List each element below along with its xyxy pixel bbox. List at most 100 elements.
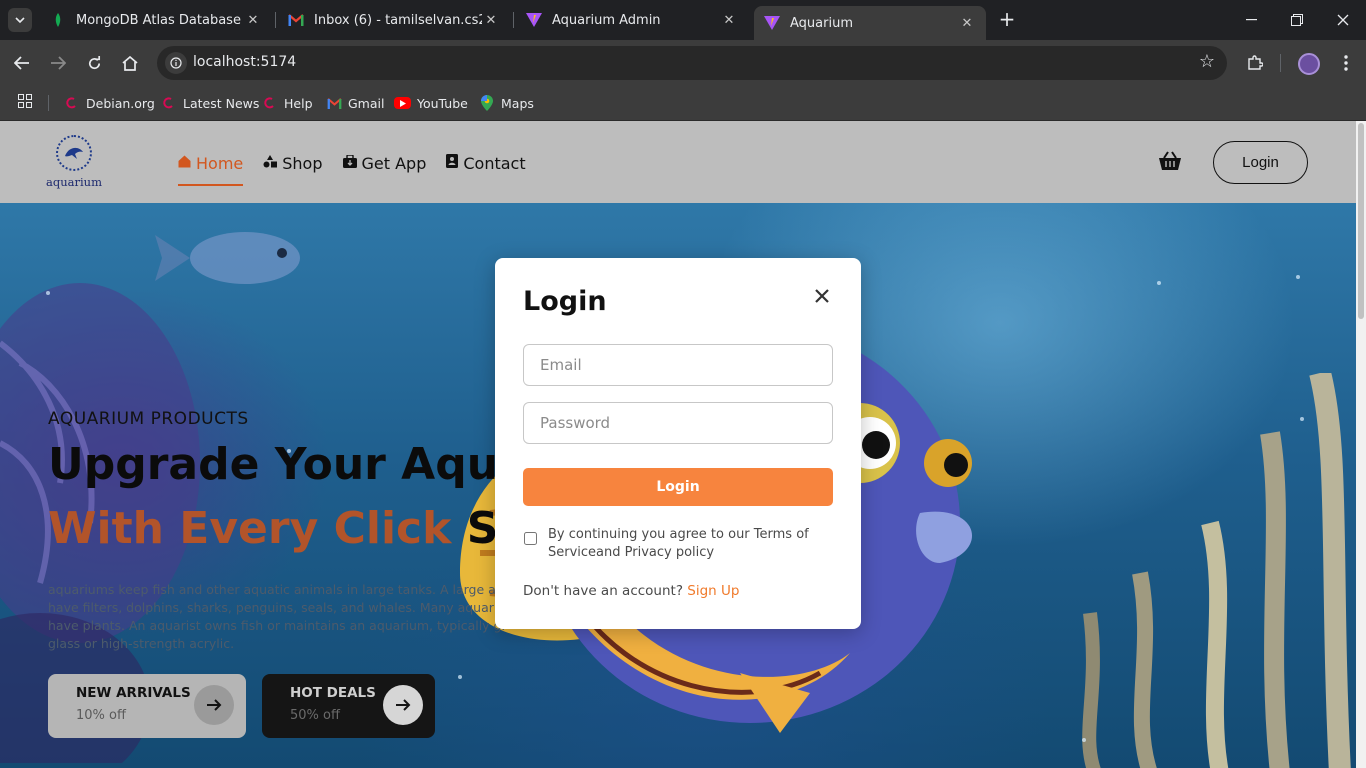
bubble <box>458 675 462 679</box>
nav-shop[interactable]: Shop <box>263 151 323 175</box>
nav-home[interactable]: Home <box>178 151 244 186</box>
back-button[interactable] <box>10 51 34 75</box>
close-icon[interactable] <box>811 285 833 307</box>
shopping-basket-icon[interactable] <box>1158 151 1182 173</box>
tab-divider <box>513 12 514 28</box>
restore-button[interactable] <box>1274 0 1320 40</box>
bookmarks-bar: Debian.org Latest News Help Gmail YouTub… <box>0 86 1366 121</box>
url-text: localhost:5174 <box>193 54 297 70</box>
reload-button[interactable] <box>82 51 106 75</box>
browser-tab-aquarium-admin[interactable]: Aquarium Admin ✕ <box>516 6 748 34</box>
arrow-right-icon <box>51 56 66 70</box>
vite-icon <box>526 12 542 28</box>
no-account-text: Don't have an account? <box>523 583 683 599</box>
home-button[interactable] <box>118 51 142 75</box>
gmail-icon <box>288 12 304 28</box>
bookmark-help[interactable]: Help <box>262 92 313 114</box>
bookmark-latest-news[interactable]: Latest News <box>161 92 259 114</box>
apps-grid-icon[interactable] <box>18 94 34 110</box>
hot-deals-card[interactable]: HOT DEALS 50% off <box>262 674 435 738</box>
minimize-button[interactable] <box>1228 0 1274 40</box>
terms-checkbox[interactable] <box>524 532 537 545</box>
scrollbar-thumb[interactable] <box>1358 123 1364 319</box>
nav-label: Shop <box>282 153 323 173</box>
bookmark-maps[interactable]: Maps <box>479 92 534 114</box>
modal-title: Login <box>523 286 607 317</box>
page-scrollbar[interactable] <box>1356 121 1366 768</box>
new-arrivals-card[interactable]: NEW ARRIVALS 10% off <box>48 674 246 738</box>
arrow-right-icon[interactable] <box>383 685 423 725</box>
tab-search-button[interactable] <box>8 8 32 32</box>
bookmark-label: Debian.org <box>86 95 155 111</box>
minimize-icon <box>1245 19 1257 21</box>
tab-title: Aquarium <box>790 15 853 31</box>
bubble <box>46 291 50 295</box>
terms-text: By continuing you agree to our Terms of … <box>548 527 809 560</box>
browser-tab-gmail[interactable]: Inbox (6) - tamilselvan.cs2020@ ✕ <box>278 6 510 34</box>
debian-icon <box>262 95 278 111</box>
new-tab-button[interactable]: + <box>996 7 1018 31</box>
site-logo[interactable]: aquarium <box>46 133 102 195</box>
password-field[interactable] <box>523 402 833 444</box>
close-tab-icon[interactable]: ✕ <box>244 13 262 28</box>
dolphin-logo-icon <box>56 135 92 171</box>
nav-label: Home <box>196 153 244 173</box>
hero-headline-line2: With Every Click Sho <box>48 503 560 554</box>
browser-tab-aquarium[interactable]: Aquarium ✕ <box>754 6 986 40</box>
tab-title: Inbox (6) - tamilselvan.cs2020@ <box>314 12 482 28</box>
profile-avatar[interactable] <box>1298 53 1320 75</box>
bookmark-gmail[interactable]: Gmail <box>326 92 384 114</box>
gmail-icon <box>326 95 342 111</box>
close-icon <box>1337 14 1349 26</box>
bookmark-star-icon[interactable]: ☆ <box>1199 51 1215 72</box>
browser-menu-button[interactable] <box>1336 51 1356 75</box>
email-field[interactable] <box>523 344 833 386</box>
web-page: aquarium Home Shop Get App Contact Login… <box>0 121 1356 768</box>
contact-card-icon <box>446 154 459 172</box>
youtube-icon <box>394 97 411 109</box>
site-info-icon[interactable] <box>165 52 187 74</box>
bubble <box>1300 417 1304 421</box>
tab-title: Aquarium Admin <box>552 12 661 28</box>
signup-link[interactable]: Sign Up <box>687 583 739 599</box>
close-tab-icon[interactable]: ✕ <box>482 13 500 28</box>
home-icon <box>178 155 191 172</box>
bubble <box>1157 281 1161 285</box>
debian-icon <box>64 95 80 111</box>
extensions-button[interactable] <box>1243 51 1267 75</box>
home-icon <box>122 55 138 71</box>
restore-icon <box>1291 14 1303 26</box>
signup-prompt: Don't have an account? Sign Up <box>523 583 739 599</box>
background-fish-illustration <box>155 232 300 284</box>
card-subtitle: 10% off <box>76 708 126 723</box>
tab-title: MongoDB Atlas Database | Mul <box>76 12 244 28</box>
bookmark-label: Maps <box>501 95 534 111</box>
address-bar[interactable]: localhost:5174 ☆ <box>157 46 1227 80</box>
nav-contact[interactable]: Contact <box>446 151 526 175</box>
forward-button[interactable] <box>46 51 70 75</box>
nav-label: Get App <box>361 153 427 173</box>
close-tab-icon[interactable]: ✕ <box>958 16 976 31</box>
close-window-button[interactable] <box>1320 0 1366 40</box>
tab-divider <box>275 12 276 28</box>
browser-toolbar: localhost:5174 ☆ <box>0 40 1366 86</box>
nav-label: Contact <box>463 153 526 173</box>
bubble <box>1296 275 1300 279</box>
chevron-down-icon <box>15 17 25 24</box>
debian-icon <box>161 95 177 111</box>
arrow-right-icon[interactable] <box>194 685 234 725</box>
login-submit-button[interactable]: Login <box>523 468 833 506</box>
close-tab-icon[interactable]: ✕ <box>720 13 738 28</box>
bookmark-debian[interactable]: Debian.org <box>64 92 155 114</box>
coral-plants-illustration <box>1082 373 1351 768</box>
nav-get-app[interactable]: Get App <box>342 151 427 175</box>
browser-tab-mongodb[interactable]: MongoDB Atlas Database | Mul ✕ <box>40 6 272 34</box>
header-login-button[interactable]: Login <box>1213 141 1308 184</box>
more-vert-icon <box>1344 55 1348 71</box>
puzzle-icon <box>1248 55 1263 70</box>
browser-tabstrip: MongoDB Atlas Database | Mul ✕ Inbox (6)… <box>0 0 1366 40</box>
bookmarks-divider <box>48 95 49 111</box>
bookmark-youtube[interactable]: YouTube <box>394 92 468 114</box>
bookmark-label: YouTube <box>417 95 468 111</box>
site-header: aquarium Home Shop Get App Contact Login <box>0 121 1356 203</box>
